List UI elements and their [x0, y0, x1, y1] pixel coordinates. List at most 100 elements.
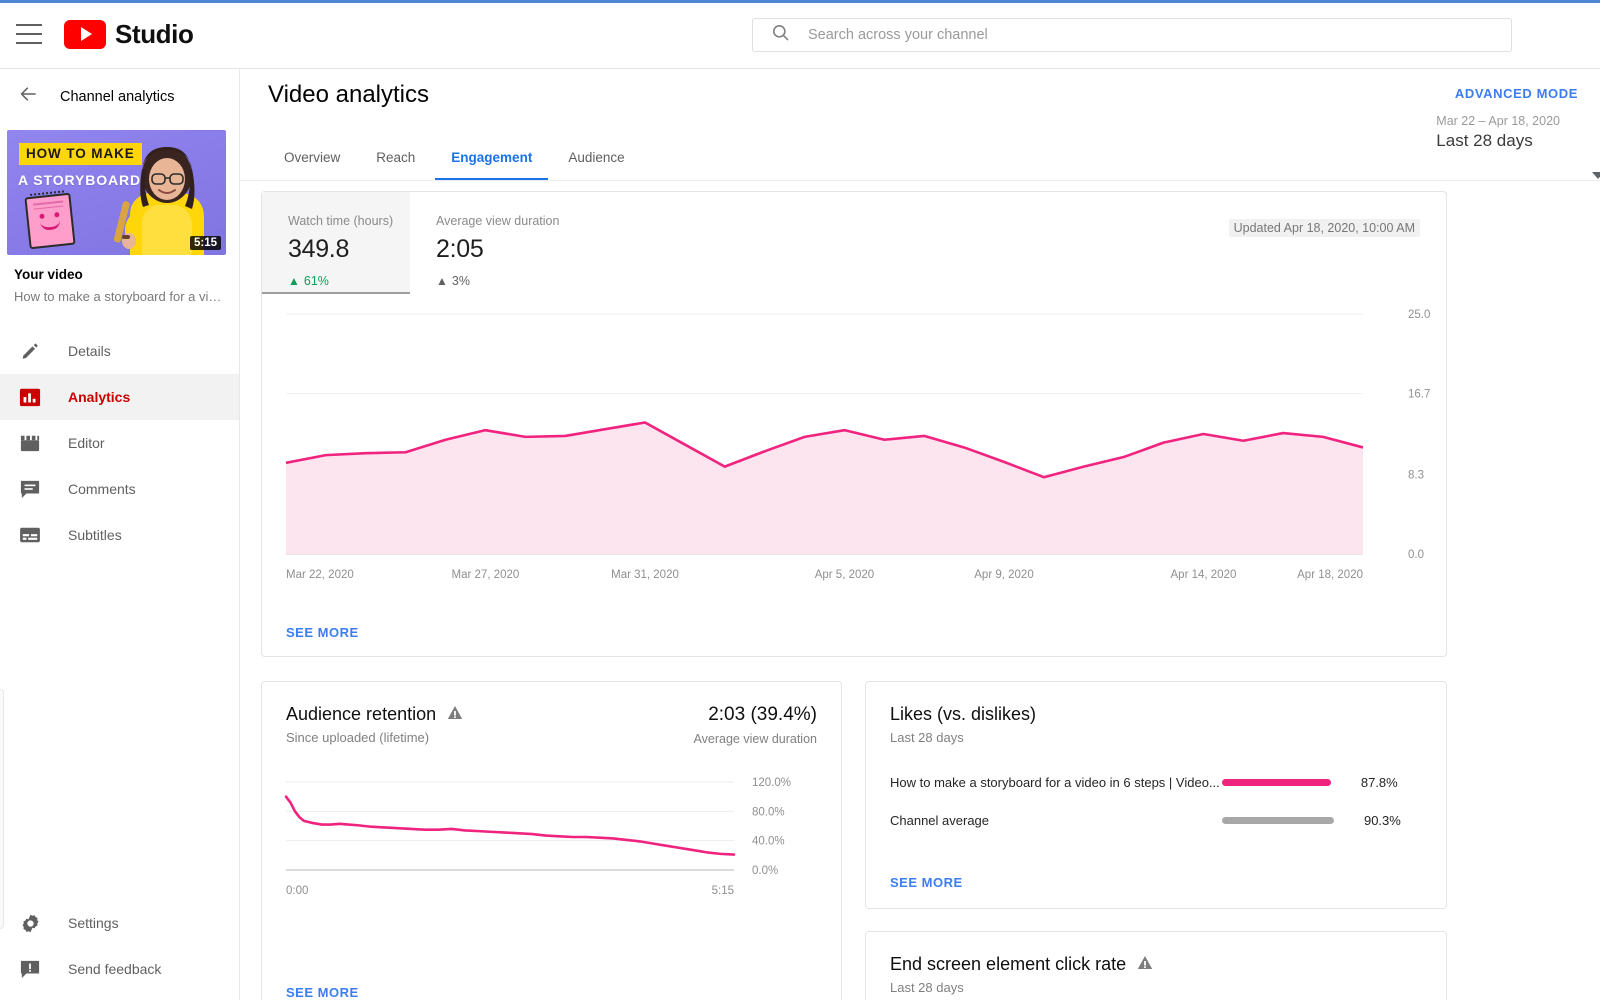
video-title: How to make a storyboard for a vide...	[14, 289, 225, 304]
sidebar-nav: Details Analytics Editor Comments Subtit…	[0, 328, 239, 558]
page-title: Video analytics	[268, 81, 429, 108]
svg-text:8.3: 8.3	[1408, 469, 1424, 481]
tabs-divider	[240, 180, 1600, 181]
likes-row-channel-average: Channel average 90.3%	[890, 808, 1424, 832]
sidebar-item-editor[interactable]: Editor	[0, 420, 239, 466]
retention-value-label: Average view duration	[693, 732, 817, 746]
sidebar-item-label: Subtitles	[68, 527, 122, 543]
bar-fill	[1222, 816, 1334, 824]
date-range-selector[interactable]: Mar 22 – Apr 18, 2020 Last 28 days	[1436, 114, 1600, 179]
search-icon	[771, 23, 790, 47]
video-duration-badge: 5:15	[189, 236, 221, 250]
sidebar-item-label: Analytics	[68, 389, 131, 405]
see-more-likes[interactable]: SEE MORE	[890, 875, 963, 890]
svg-text:0:00: 0:00	[286, 885, 308, 897]
svg-text:Apr 18, 2020: Apr 18, 2020	[1297, 569, 1363, 581]
sidebar-item-label: Editor	[68, 435, 105, 451]
subtitles-icon	[18, 523, 42, 547]
see-more-retention[interactable]: SEE MORE	[286, 985, 359, 1000]
metric-value: 349.8	[288, 235, 350, 263]
svg-text:Apr 5, 2020: Apr 5, 2020	[815, 569, 874, 581]
endscreen-title-row: End screen element click rate	[890, 954, 1422, 975]
svg-text:80.0%: 80.0%	[752, 806, 785, 818]
date-range-dates: Mar 22 – Apr 18, 2020	[1436, 114, 1560, 128]
feedback-icon	[18, 957, 42, 981]
main-content: Video analytics ADVANCED MODE Mar 22 – A…	[240, 69, 1600, 1000]
advanced-mode-link[interactable]: ADVANCED MODE	[1455, 86, 1578, 101]
sidebar-item-comments[interactable]: Comments	[0, 466, 239, 512]
likes-card-header: Likes (vs. dislikes) Last 28 days	[866, 682, 1446, 745]
watch-time-card: Watch time (hours) 349.8 ▲ 61% Average v…	[261, 191, 1447, 657]
retention-headline: 2:03 (39.4%) Average view duration	[694, 704, 817, 746]
svg-text:Apr 9, 2020: Apr 9, 2020	[974, 569, 1033, 581]
thumbnail-title-line1: HOW TO MAKE	[19, 143, 142, 165]
info-triangle-icon[interactable]	[447, 704, 463, 725]
audience-retention-card: Audience retention Since uploaded (lifet…	[261, 681, 842, 1000]
youtube-studio-analytics-page: Studio Channel analytics	[0, 0, 1600, 1000]
thumbnail-notepad-illustration	[24, 192, 76, 250]
card-title: End screen element click rate	[890, 954, 1127, 974]
svg-text:120.0%: 120.0%	[752, 777, 791, 789]
svg-text:0.0%: 0.0%	[752, 865, 778, 877]
retention-chart: 0.0% 40.0% 80.0% 120.0% 0:00 5:15	[262, 772, 843, 917]
tab-engagement[interactable]: Engagement	[433, 150, 550, 181]
browser-accent-strip	[0, 0, 1600, 3]
see-more-watch-time[interactable]: SEE MORE	[286, 625, 359, 640]
your-video-label: Your video	[14, 267, 83, 282]
metric-selector-row: Watch time (hours) 349.8 ▲ 61% Average v…	[262, 192, 1446, 294]
back-arrow-icon	[18, 84, 40, 109]
endscreen-card-header: End screen element click rate Last 28 da…	[866, 932, 1446, 995]
back-to-channel-analytics[interactable]: Channel analytics	[0, 69, 239, 124]
bar-label: How to make a storyboard for a video in …	[890, 774, 1220, 790]
card-subtitle: Last 28 days	[890, 980, 964, 995]
likes-row-video: How to make a storyboard for a video in …	[890, 770, 1424, 794]
back-label: Channel analytics	[60, 88, 175, 105]
retention-card-header: Audience retention Since uploaded (lifet…	[262, 682, 841, 746]
sidebar-item-label: Send feedback	[68, 961, 162, 977]
top-bar: Studio	[0, 0, 1600, 69]
analytics-tabs: Overview Reach Engagement Audience	[266, 131, 643, 181]
sidebar: Channel analytics HOW TO MAKE A STORYBOA…	[0, 69, 240, 1000]
bar-percent: 90.3%	[1363, 812, 1401, 828]
hamburger-icon[interactable]	[16, 24, 42, 44]
svg-text:Mar 27, 2020: Mar 27, 2020	[452, 569, 520, 581]
metric-delta-value: 3%	[451, 274, 470, 288]
card-title: Likes (vs. dislikes)	[890, 704, 1037, 724]
svg-text:5:15: 5:15	[712, 885, 734, 897]
studio-logo[interactable]: Studio	[64, 19, 194, 50]
likes-card: Likes (vs. dislikes) Last 28 days How to…	[865, 681, 1447, 909]
up-arrow-icon: ▲	[436, 274, 448, 288]
search-bar[interactable]	[752, 18, 1512, 52]
bar-fill	[1222, 778, 1331, 786]
svg-text:Mar 31, 2020: Mar 31, 2020	[611, 569, 679, 581]
video-meta: Your video How to make a storyboard for …	[0, 255, 239, 308]
youtube-play-icon	[64, 19, 106, 49]
sidebar-item-send-feedback[interactable]: Send feedback	[0, 946, 239, 992]
sidebar-item-label: Comments	[68, 481, 136, 497]
up-arrow-icon: ▲	[288, 274, 300, 288]
search-input[interactable]	[808, 27, 1408, 43]
chevron-down-icon[interactable]	[1592, 172, 1600, 179]
video-thumbnail[interactable]: HOW TO MAKE A STORYBOARD 5:15	[7, 130, 226, 255]
sidebar-item-subtitles[interactable]: Subtitles	[0, 512, 239, 558]
tab-overview[interactable]: Overview	[266, 150, 358, 181]
sidebar-item-settings[interactable]: Settings	[0, 900, 239, 946]
metric-average-view-duration[interactable]: Average view duration 2:05 ▲ 3%	[410, 192, 559, 294]
watch-time-chart: 0.0 8.3 16.7 25.0 Mar 22, 2020 Mar 27, 2020 Ma…	[262, 296, 1448, 596]
card-subtitle: Last 28 days	[890, 730, 964, 745]
updated-timestamp: Updated Apr 18, 2020, 10:00 AM	[1228, 219, 1420, 237]
sidebar-item-details[interactable]: Details	[0, 328, 239, 374]
tab-reach[interactable]: Reach	[358, 150, 433, 181]
sidebar-item-label: Settings	[68, 915, 119, 931]
gear-icon	[18, 911, 42, 935]
info-triangle-icon[interactable]	[1137, 954, 1153, 975]
metric-value: 2:05	[436, 235, 484, 263]
end-screen-click-rate-card: End screen element click rate Last 28 da…	[865, 931, 1447, 1000]
metric-watch-time[interactable]: Watch time (hours) 349.8 ▲ 61%	[262, 192, 410, 294]
comment-icon	[18, 477, 42, 501]
svg-text:40.0%: 40.0%	[752, 836, 785, 848]
sidebar-item-analytics[interactable]: Analytics	[0, 374, 239, 420]
metric-label: Watch time (hours)	[288, 214, 394, 228]
sidebar-scrollbar[interactable]	[0, 689, 4, 929]
tab-audience[interactable]: Audience	[550, 150, 642, 181]
